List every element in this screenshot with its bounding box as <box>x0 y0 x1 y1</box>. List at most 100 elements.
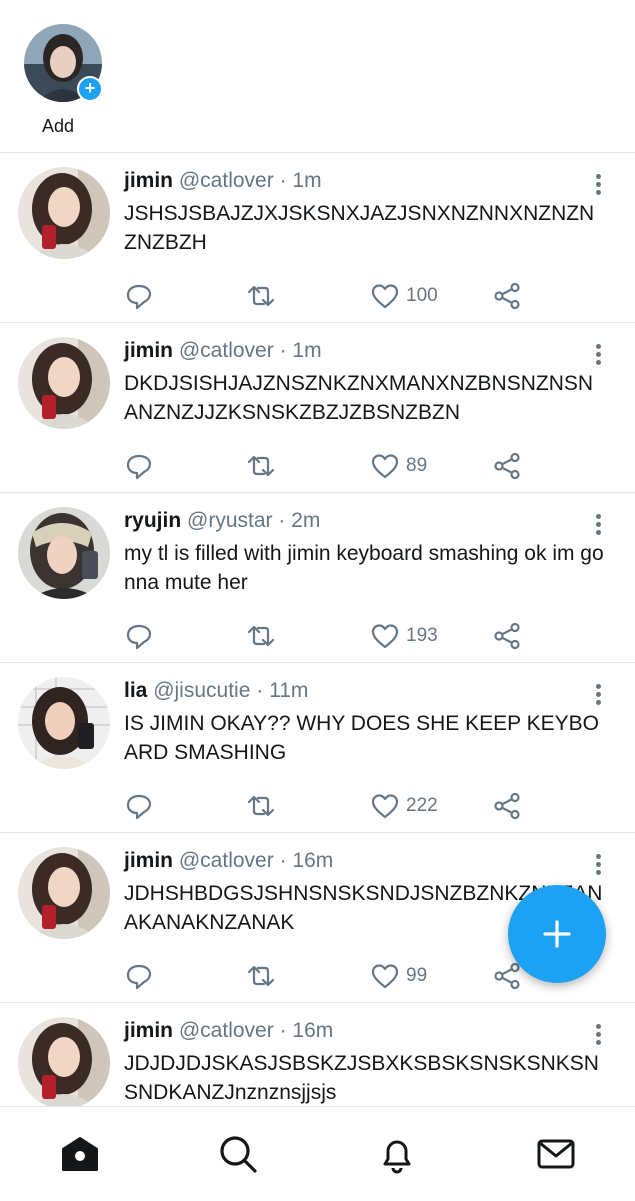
share-button[interactable] <box>492 278 522 314</box>
tweet-header: jimin @catlover · 1m <box>124 339 322 363</box>
more-options-button[interactable] <box>588 511 608 539</box>
retweet-icon <box>247 965 275 987</box>
tweet-header: ryujin @ryustar · 2m <box>124 509 320 533</box>
retweet-button[interactable] <box>246 448 276 484</box>
tweet-text: IS JIMIN OKAY?? WHY DOES SHE KEEP KEYBOA… <box>124 712 599 764</box>
more-options-button[interactable] <box>588 171 608 199</box>
tweet-header: jimin @catlover · 16m <box>124 1019 333 1043</box>
tweet-avatar[interactable] <box>18 847 110 939</box>
more-options-button[interactable] <box>588 1021 608 1049</box>
nav-home[interactable] <box>58 1132 102 1176</box>
reply-button[interactable] <box>124 958 154 994</box>
tweet[interactable]: jimin @catlover · 1m JSHSJSBAJZJXJSKSNXJA… <box>0 153 635 323</box>
tweet-text: DKDJSISHJAJZNSZNKZNXMANXNZBNSNZNSNANZNZJ… <box>124 372 594 424</box>
author-name[interactable]: jimin <box>124 849 173 872</box>
tweet-time: 11m <box>269 679 309 702</box>
tweet-time: 1m <box>292 339 322 362</box>
author-name[interactable]: ryujin <box>124 509 181 532</box>
tweet-actions: 193 <box>0 618 635 654</box>
tweet-time: 1m <box>292 169 322 192</box>
like-count: 89 <box>406 455 428 476</box>
share-icon <box>494 622 520 650</box>
retweet-button[interactable] <box>246 958 276 994</box>
nav-notifications[interactable] <box>375 1132 419 1176</box>
tweet-text: JSHSJSBAJZJXJSKSNXJAZJSNXNZNNXNZNZNZNZBZ… <box>124 202 595 254</box>
more-vertical-icon <box>588 344 608 365</box>
bell-icon <box>383 1140 411 1174</box>
tweet-header: jimin @catlover · 1m <box>124 169 322 193</box>
share-button[interactable] <box>492 448 522 484</box>
tweet-actions: 89 <box>0 448 635 484</box>
more-vertical-icon <box>588 854 608 875</box>
like-button[interactable]: 100 <box>370 278 438 314</box>
reply-button[interactable] <box>124 788 154 824</box>
add-label: Add <box>41 116 75 136</box>
tweet-header: lia @jisucutie · 11m <box>124 679 308 703</box>
tweet[interactable]: ryujin @ryustar · 2m my tl is filled with… <box>0 493 635 663</box>
like-button[interactable]: 99 <box>370 958 427 994</box>
retweet-button[interactable] <box>246 618 276 654</box>
author-handle: @catlover <box>178 339 274 362</box>
reply-button[interactable] <box>124 448 154 484</box>
author-handle: @catlover <box>178 1019 274 1042</box>
more-vertical-icon <box>588 684 608 705</box>
more-options-button[interactable] <box>588 681 608 709</box>
author-name[interactable]: jimin <box>124 339 173 362</box>
reply-button[interactable] <box>124 618 154 654</box>
retweet-icon <box>247 455 275 477</box>
separator-dot: · <box>279 849 287 872</box>
mail-icon <box>537 1139 575 1169</box>
retweet-button[interactable] <box>246 788 276 824</box>
home-icon <box>62 1137 98 1171</box>
tweet-time: 16m <box>292 849 334 872</box>
more-vertical-icon <box>588 174 608 195</box>
share-icon <box>494 792 520 820</box>
fleets-bar: + Add <box>0 0 635 153</box>
reply-icon <box>126 284 152 310</box>
like-button[interactable]: 222 <box>370 788 438 824</box>
tweet-avatar[interactable] <box>18 677 110 769</box>
share-button[interactable] <box>492 618 522 654</box>
like-count: 99 <box>406 965 428 986</box>
retweet-icon <box>247 625 275 647</box>
separator-dot: · <box>279 1019 287 1042</box>
plus-icon <box>543 920 571 948</box>
tweet-avatar[interactable] <box>18 337 110 429</box>
separator-dot: · <box>279 169 287 192</box>
tweet-actions: 222 <box>0 788 635 824</box>
more-options-button[interactable] <box>588 341 608 369</box>
tweet[interactable]: jimin @catlover · 1m DKDJSISHJAJZNSZNKZNX… <box>0 323 635 493</box>
like-count: 100 <box>406 285 438 306</box>
share-icon <box>494 452 520 480</box>
tweet-avatar[interactable] <box>18 1017 110 1109</box>
author-handle: @catlover <box>178 169 274 192</box>
tweet-text: my tl is filled with jimin keyboard smas… <box>124 542 604 594</box>
nav-messages[interactable] <box>534 1132 578 1176</box>
author-name[interactable]: jimin <box>124 169 173 192</box>
heart-icon <box>371 964 399 989</box>
add-fleet-button[interactable]: + Add <box>24 24 103 136</box>
reply-icon <box>126 624 152 650</box>
compose-button[interactable] <box>508 885 606 983</box>
heart-icon <box>371 284 399 309</box>
tweet-avatar[interactable] <box>18 507 110 599</box>
timeline: jimin @catlover · 1m JSHSJSBAJZJXJSKSNXJA… <box>0 153 635 1173</box>
like-button[interactable]: 89 <box>370 448 427 484</box>
author-handle: @jisucutie <box>153 679 251 702</box>
retweet-button[interactable] <box>246 278 276 314</box>
share-button[interactable] <box>492 788 522 824</box>
tweet-avatar[interactable] <box>18 167 110 259</box>
author-name[interactable]: jimin <box>124 1019 173 1042</box>
nav-search[interactable] <box>216 1132 260 1176</box>
author-name[interactable]: lia <box>124 679 147 702</box>
separator-dot: · <box>278 509 286 532</box>
reply-icon <box>126 794 152 820</box>
share-icon <box>494 962 520 990</box>
tweet[interactable]: lia @jisucutie · 11m IS JIMIN OKAY?? WHY … <box>0 663 635 833</box>
reply-button[interactable] <box>124 278 154 314</box>
more-options-button[interactable] <box>588 851 608 879</box>
reply-icon <box>126 964 152 990</box>
like-count: 222 <box>406 795 438 816</box>
heart-icon <box>371 454 399 479</box>
like-button[interactable]: 193 <box>370 618 438 654</box>
